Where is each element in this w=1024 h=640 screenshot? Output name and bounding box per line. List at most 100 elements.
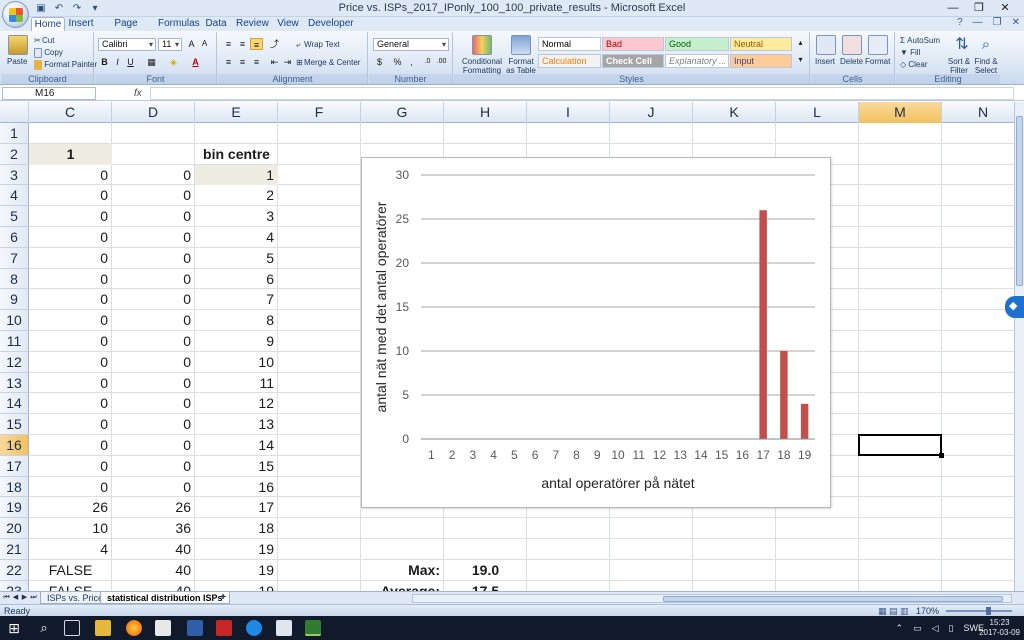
- cell-e12[interactable]: 10: [195, 352, 278, 373]
- cell-d5[interactable]: 0: [112, 206, 195, 227]
- conditional-formatting-button[interactable]: Conditional Formatting: [458, 57, 506, 75]
- delete-cells-button[interactable]: Delete: [840, 57, 863, 67]
- style-good[interactable]: Good: [665, 37, 729, 51]
- row-header-17[interactable]: 17: [0, 455, 29, 477]
- row-header-13[interactable]: 13: [0, 372, 29, 394]
- row-header-9[interactable]: 9: [0, 289, 29, 311]
- cell-e23[interactable]: 19: [195, 581, 278, 591]
- cell-c2[interactable]: 1: [29, 143, 112, 165]
- align-left-icon[interactable]: ≡: [222, 56, 235, 68]
- cell-d14[interactable]: 0: [112, 393, 195, 414]
- tab-review[interactable]: Review: [236, 17, 269, 31]
- grow-font-icon[interactable]: A: [185, 38, 198, 50]
- horizontal-scroll-thumb[interactable]: [663, 596, 1003, 602]
- clock[interactable]: 15:23 2017-03-09: [979, 618, 1020, 638]
- style-normal[interactable]: Normal: [538, 37, 601, 51]
- copy-button[interactable]: Copy: [34, 48, 63, 58]
- tab-formulas[interactable]: Formulas: [158, 17, 200, 31]
- horizontal-scrollbar[interactable]: [412, 594, 1012, 603]
- cell-e22[interactable]: 19: [195, 560, 278, 581]
- network-icon[interactable]: ▭: [913, 623, 922, 634]
- cell-c4[interactable]: 0: [29, 185, 112, 206]
- column-header-k[interactable]: K: [693, 102, 776, 123]
- cell-g23[interactable]: Average:: [361, 581, 444, 591]
- row-header-20[interactable]: 20: [0, 518, 29, 539]
- cell-c21[interactable]: 4: [29, 539, 112, 560]
- column-header-l[interactable]: L: [776, 102, 859, 123]
- cell-h23[interactable]: 17.5: [444, 581, 527, 591]
- restore-icon[interactable]: ❐: [966, 0, 992, 16]
- cell-e6[interactable]: 4: [195, 227, 278, 248]
- autosum-button[interactable]: Σ AutoSum: [900, 36, 940, 46]
- dropbox-icon[interactable]: [1005, 296, 1024, 318]
- sort-filter-button[interactable]: Sort & Filter: [946, 57, 972, 75]
- cell-e16[interactable]: 14: [195, 435, 278, 456]
- row-header-19[interactable]: 19: [0, 497, 29, 519]
- column-header-n[interactable]: N: [942, 102, 1014, 123]
- format-as-table-button[interactable]: Format as Table: [504, 57, 538, 75]
- decrease-decimal-icon[interactable]: .00: [435, 56, 448, 68]
- increase-indent-icon[interactable]: ⇥: [281, 56, 294, 68]
- cell-c17[interactable]: 0: [29, 456, 112, 477]
- cell-d9[interactable]: 0: [112, 289, 195, 310]
- cell-d15[interactable]: 0: [112, 414, 195, 435]
- tab-page-layout[interactable]: Page Layout: [102, 17, 150, 43]
- cell-e13[interactable]: 11: [195, 373, 278, 394]
- row-header-10[interactable]: 10: [0, 310, 29, 331]
- search-icon[interactable]: ⌕: [36, 620, 52, 636]
- increase-decimal-icon[interactable]: .0: [421, 56, 434, 68]
- column-header-c[interactable]: C: [29, 102, 112, 123]
- cell-e8[interactable]: 6: [195, 269, 278, 290]
- cell-d22[interactable]: 40: [112, 560, 195, 581]
- ribbon-minimize-icon[interactable]: —: [973, 17, 983, 28]
- cell-d13[interactable]: 0: [112, 373, 195, 394]
- file-explorer-icon[interactable]: [95, 620, 111, 636]
- align-top-icon[interactable]: ≡: [222, 38, 235, 50]
- paste-button[interactable]: Paste: [7, 57, 27, 67]
- task-view-icon[interactable]: [64, 620, 80, 636]
- accounting-format-icon[interactable]: $: [373, 56, 386, 68]
- cell-d21[interactable]: 40: [112, 539, 195, 560]
- row-header-4[interactable]: 4: [0, 185, 29, 207]
- style-check-cell[interactable]: Check Cell: [602, 54, 664, 68]
- number-format-select[interactable]: General: [373, 38, 449, 51]
- cell-g22[interactable]: Max:: [361, 560, 444, 581]
- tab-view[interactable]: View: [274, 17, 302, 31]
- paste-icon[interactable]: [8, 35, 28, 55]
- align-right-icon[interactable]: ≡: [250, 56, 263, 68]
- cell-c14[interactable]: 0: [29, 393, 112, 414]
- cell-c11[interactable]: 0: [29, 331, 112, 352]
- cell-e17[interactable]: 15: [195, 456, 278, 477]
- cell-e3[interactable]: 1: [195, 164, 278, 186]
- row-header-23[interactable]: 23: [0, 580, 29, 591]
- row-header-2[interactable]: 2: [0, 143, 29, 165]
- cell-c3[interactable]: 0: [29, 165, 112, 186]
- column-header-m[interactable]: M: [859, 102, 942, 123]
- cell-d19[interactable]: 26: [112, 497, 195, 518]
- column-header-i[interactable]: I: [527, 102, 610, 123]
- row-header-22[interactable]: 22: [0, 559, 29, 581]
- row-header-6[interactable]: 6: [0, 227, 29, 248]
- cell-d7[interactable]: 0: [112, 248, 195, 269]
- vertical-scroll-thumb[interactable]: [1016, 116, 1023, 286]
- cell-c12[interactable]: 0: [29, 352, 112, 373]
- office-button[interactable]: [2, 1, 29, 28]
- bold-icon[interactable]: B: [98, 56, 111, 68]
- cell-d20[interactable]: 36: [112, 518, 195, 539]
- cell-e21[interactable]: 19: [195, 539, 278, 560]
- style-input[interactable]: Input: [730, 54, 792, 68]
- tab-data[interactable]: Data: [202, 17, 230, 31]
- styles-more-icon[interactable]: ▾: [794, 54, 807, 66]
- minimize-icon[interactable]: —: [940, 0, 966, 16]
- cell-d11[interactable]: 0: [112, 331, 195, 352]
- cell-d6[interactable]: 0: [112, 227, 195, 248]
- cell-c23[interactable]: FALSE: [29, 581, 112, 591]
- close-icon[interactable]: ✕: [992, 0, 1018, 16]
- filezilla-icon[interactable]: [216, 620, 232, 636]
- vertical-scrollbar[interactable]: [1014, 102, 1024, 591]
- row-header-11[interactable]: 11: [0, 331, 29, 352]
- histogram-chart[interactable]: 0 5 10 15 20 25 30 1 2 3 4 5 6 7 8 9 10 11 12 13 14 15 16 17 18…: [361, 157, 831, 508]
- row-header-18[interactable]: 18: [0, 476, 29, 498]
- column-header-d[interactable]: D: [112, 102, 195, 123]
- insert-cells-button[interactable]: Insert: [815, 57, 835, 67]
